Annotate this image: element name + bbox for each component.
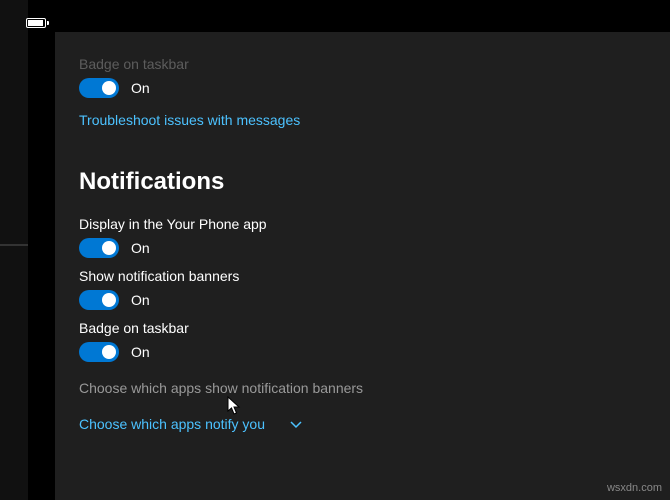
display-in-app-label: Display in the Your Phone app [79, 216, 646, 232]
expand-link-label: Choose which apps notify you [79, 416, 265, 432]
badge-taskbar-label: Badge on taskbar [79, 320, 646, 336]
toggle-state-label: On [131, 240, 150, 256]
badge-taskbar-toggle[interactable] [79, 342, 119, 362]
choose-apps-banners-heading: Choose which apps show notification bann… [79, 380, 646, 396]
show-banners-toggle[interactable] [79, 290, 119, 310]
toggle-state-label: On [131, 292, 150, 308]
toggle-state-label: On [131, 344, 150, 360]
watermark: wsxdn.com [607, 482, 662, 494]
show-banners-label: Show notification banners [79, 268, 646, 284]
sidebar-marker [0, 244, 28, 246]
settings-panel: Badge on taskbar On Troubleshoot issues … [55, 32, 670, 500]
display-in-app-toggle[interactable] [79, 238, 119, 258]
badge-taskbar-label-truncated: Badge on taskbar [79, 56, 646, 72]
choose-apps-notify-link[interactable]: Choose which apps notify you [79, 416, 646, 432]
chevron-down-icon [289, 418, 301, 430]
toggle-state-label: On [131, 80, 150, 96]
messages-badge-toggle[interactable] [79, 78, 119, 98]
notifications-heading: Notifications [79, 168, 646, 196]
troubleshoot-messages-link[interactable]: Troubleshoot issues with messages [79, 112, 300, 128]
sidebar [0, 0, 28, 500]
battery-icon [26, 18, 46, 28]
